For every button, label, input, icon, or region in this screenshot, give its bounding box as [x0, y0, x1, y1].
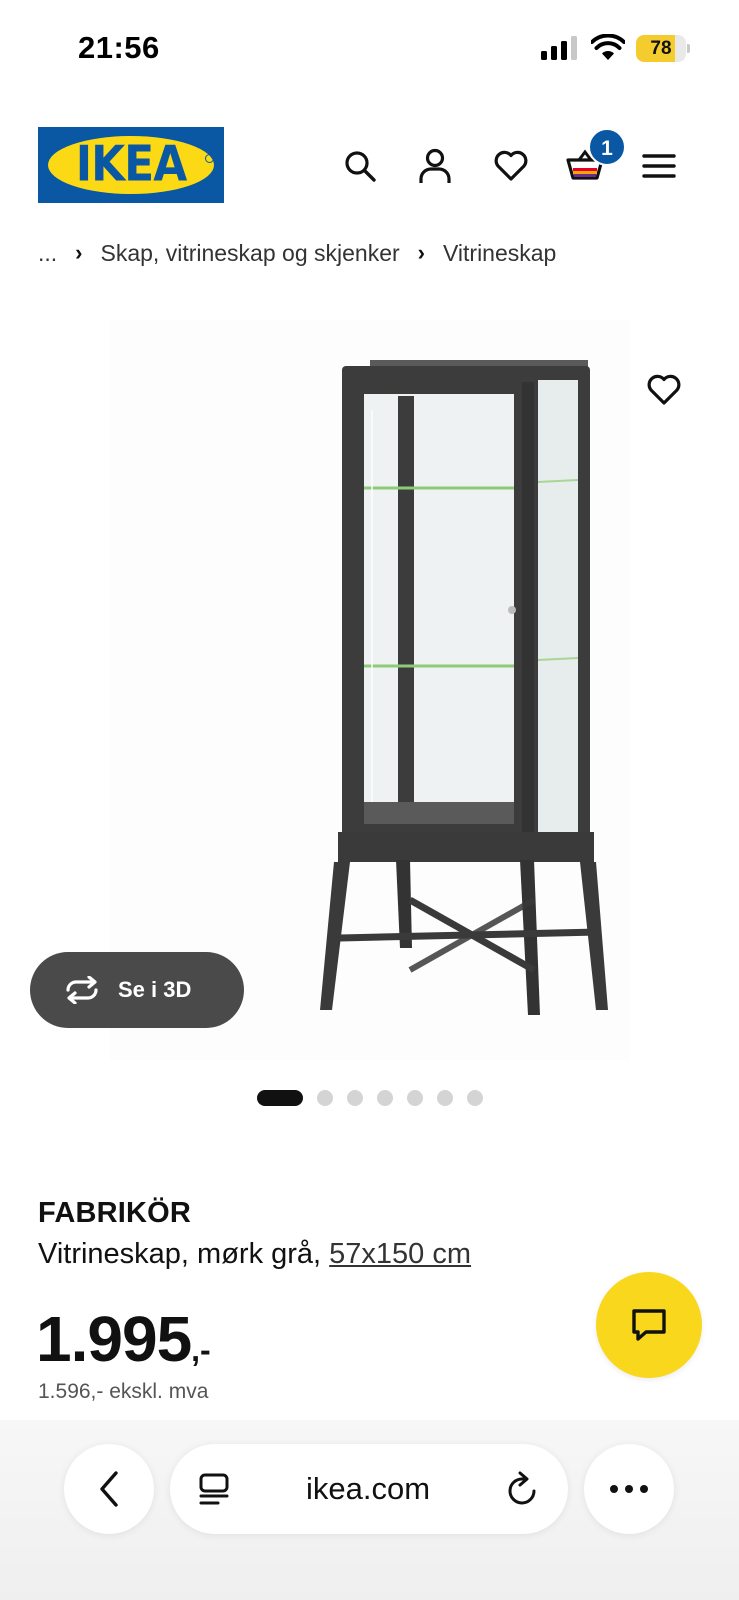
- address-bar[interactable]: ikea.com: [170, 1444, 568, 1534]
- user-icon[interactable]: [413, 144, 457, 188]
- breadcrumb-item-subcategory[interactable]: Vitrineskap: [443, 240, 556, 267]
- product-name: FABRIKÖR: [38, 1197, 192, 1229]
- chat-button[interactable]: [596, 1272, 702, 1378]
- carousel-dot[interactable]: [407, 1090, 423, 1106]
- price-suffix: ,-: [191, 1332, 211, 1368]
- product-type: Vitrineskap, mørk grå,: [38, 1238, 322, 1270]
- status-bar: 21:56 78: [0, 0, 739, 100]
- carousel-dot[interactable]: [437, 1090, 453, 1106]
- url-text: ikea.com: [305, 1471, 431, 1506]
- chat-icon: [632, 1309, 666, 1341]
- product-price: 1.995 ,-: [36, 1302, 211, 1376]
- site-header: IKEA: [0, 118, 739, 214]
- breadcrumb: ... › Skap, vitrineskap og skjenker › Vi…: [38, 237, 556, 269]
- carousel-dot[interactable]: [347, 1090, 363, 1106]
- breadcrumb-ellipsis[interactable]: ...: [38, 240, 57, 267]
- see-in-3d-button[interactable]: Se i 3D: [30, 952, 244, 1028]
- product-description: Vitrineskap, mørk grå, 57x150 cm: [38, 1238, 471, 1271]
- image-carousel-dots: [257, 1089, 497, 1107]
- battery-level: 78: [650, 38, 672, 59]
- more-icon: [610, 1485, 648, 1493]
- back-icon: [100, 1471, 118, 1507]
- signal-icon: [541, 36, 577, 60]
- breadcrumb-item-category[interactable]: Skap, vitrineskap og skjenker: [101, 240, 400, 267]
- carousel-dot[interactable]: [257, 1090, 303, 1106]
- more-button[interactable]: [584, 1444, 674, 1534]
- product-size-link[interactable]: 57x150 cm: [329, 1238, 471, 1270]
- carousel-dot[interactable]: [467, 1090, 483, 1106]
- wifi-icon: [591, 34, 625, 60]
- back-button[interactable]: [64, 1444, 154, 1534]
- price-amount: 1.995: [36, 1303, 192, 1375]
- chevron-right-icon: ›: [417, 240, 425, 265]
- menu-icon[interactable]: [637, 144, 681, 188]
- logo-text: IKEA: [75, 135, 188, 193]
- price-excl-vat: 1.596,- ekskl. mva: [38, 1380, 209, 1403]
- see-in-3d-label: Se i 3D: [118, 977, 192, 1002]
- battery-icon: 78: [636, 35, 690, 62]
- carousel-dot[interactable]: [377, 1090, 393, 1106]
- browser-toolbar: ikea.com: [0, 1420, 739, 1600]
- carousel-dot[interactable]: [317, 1090, 333, 1106]
- ikea-logo[interactable]: IKEA: [38, 127, 224, 203]
- reader-icon[interactable]: [198, 1472, 230, 1506]
- search-icon[interactable]: [338, 144, 382, 188]
- add-to-favourites-icon[interactable]: [642, 368, 686, 412]
- rotate-3d-icon: [66, 976, 98, 1004]
- product-image[interactable]: [110, 320, 630, 1060]
- reload-icon[interactable]: [506, 1471, 540, 1507]
- chevron-right-icon: ›: [75, 240, 83, 265]
- status-time: 21:56: [78, 30, 160, 65]
- cart-count-badge: 1: [588, 128, 626, 166]
- heart-icon[interactable]: [489, 144, 533, 188]
